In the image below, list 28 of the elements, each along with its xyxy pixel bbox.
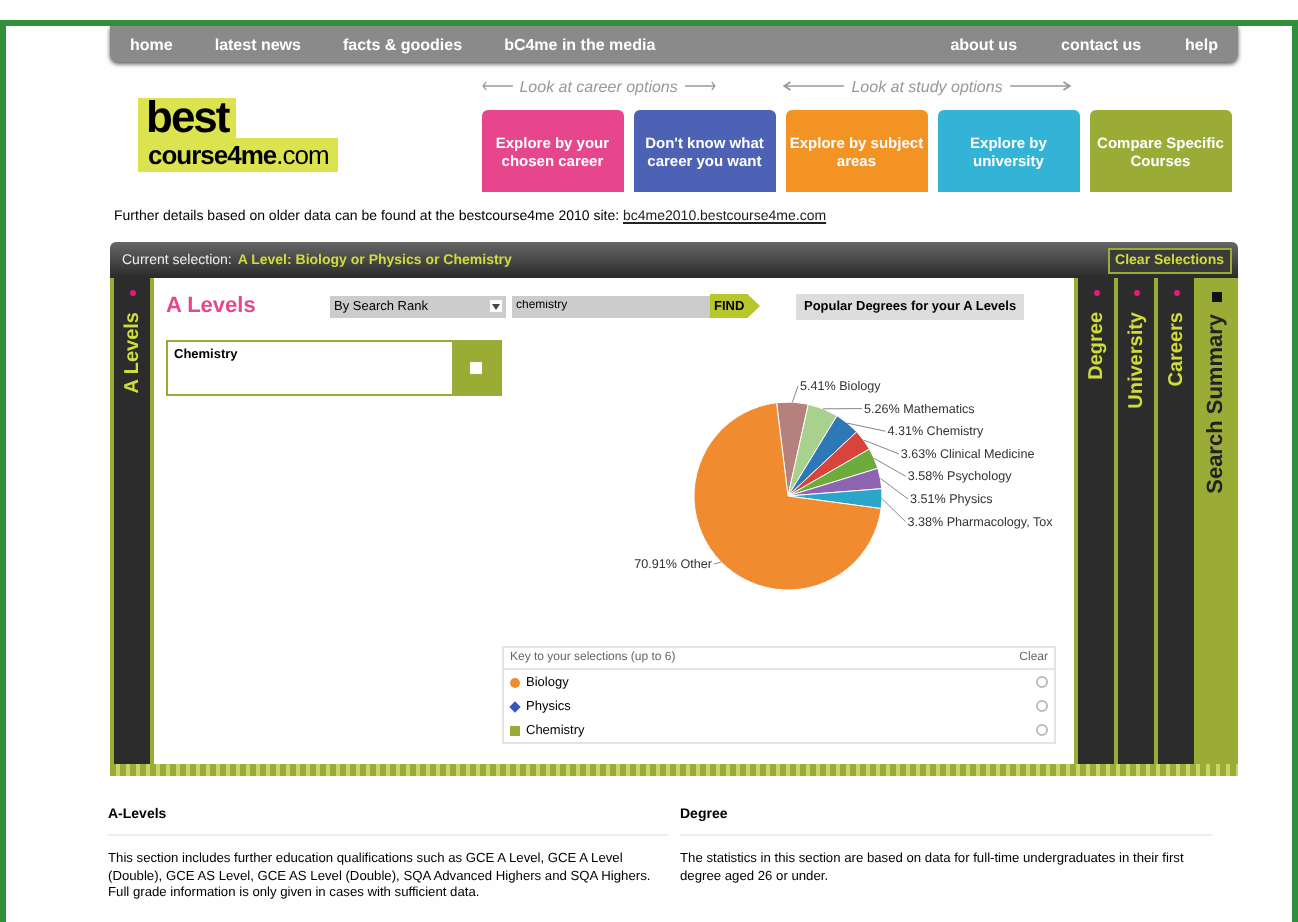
checkbox-area[interactable]: [452, 342, 500, 394]
side-tab[interactable]: A Levels: [114, 278, 150, 764]
arrow-icon: [781, 80, 846, 92]
nav-link[interactable]: contact us: [1061, 35, 1142, 53]
logo-text[interactable]: course4me.com: [138, 138, 339, 172]
side-tab[interactable]: Careers: [1158, 278, 1194, 764]
dot-icon: [1133, 290, 1139, 296]
side-tab[interactable]: Degree: [1078, 278, 1114, 764]
dot-icon: [129, 290, 135, 296]
nav-link[interactable]: bC4me in the media: [504, 35, 656, 53]
nav-link[interactable]: help: [1185, 35, 1218, 53]
hint-text: Look at career options: [519, 77, 678, 95]
nav-link[interactable]: about us: [950, 35, 1018, 53]
nav-link[interactable]: facts & goodies: [342, 35, 463, 53]
logo-text[interactable]: best: [138, 98, 237, 138]
caret-icon: [492, 303, 500, 309]
nav-link[interactable]: home: [130, 35, 173, 53]
arrow-icon: [683, 80, 716, 92]
arrow-icon: [481, 80, 514, 92]
checkbox[interactable]: [470, 362, 482, 374]
arrow-icon: [1008, 80, 1073, 92]
panel-title: A Levels: [166, 294, 258, 318]
hint-text: Look at study options: [851, 77, 1003, 95]
dot-icon: [1093, 290, 1099, 296]
square-icon: [1211, 292, 1221, 302]
side-tab[interactable]: University: [1118, 278, 1154, 764]
nav-link[interactable]: latest news: [214, 35, 301, 53]
dot-icon: [1173, 290, 1179, 296]
